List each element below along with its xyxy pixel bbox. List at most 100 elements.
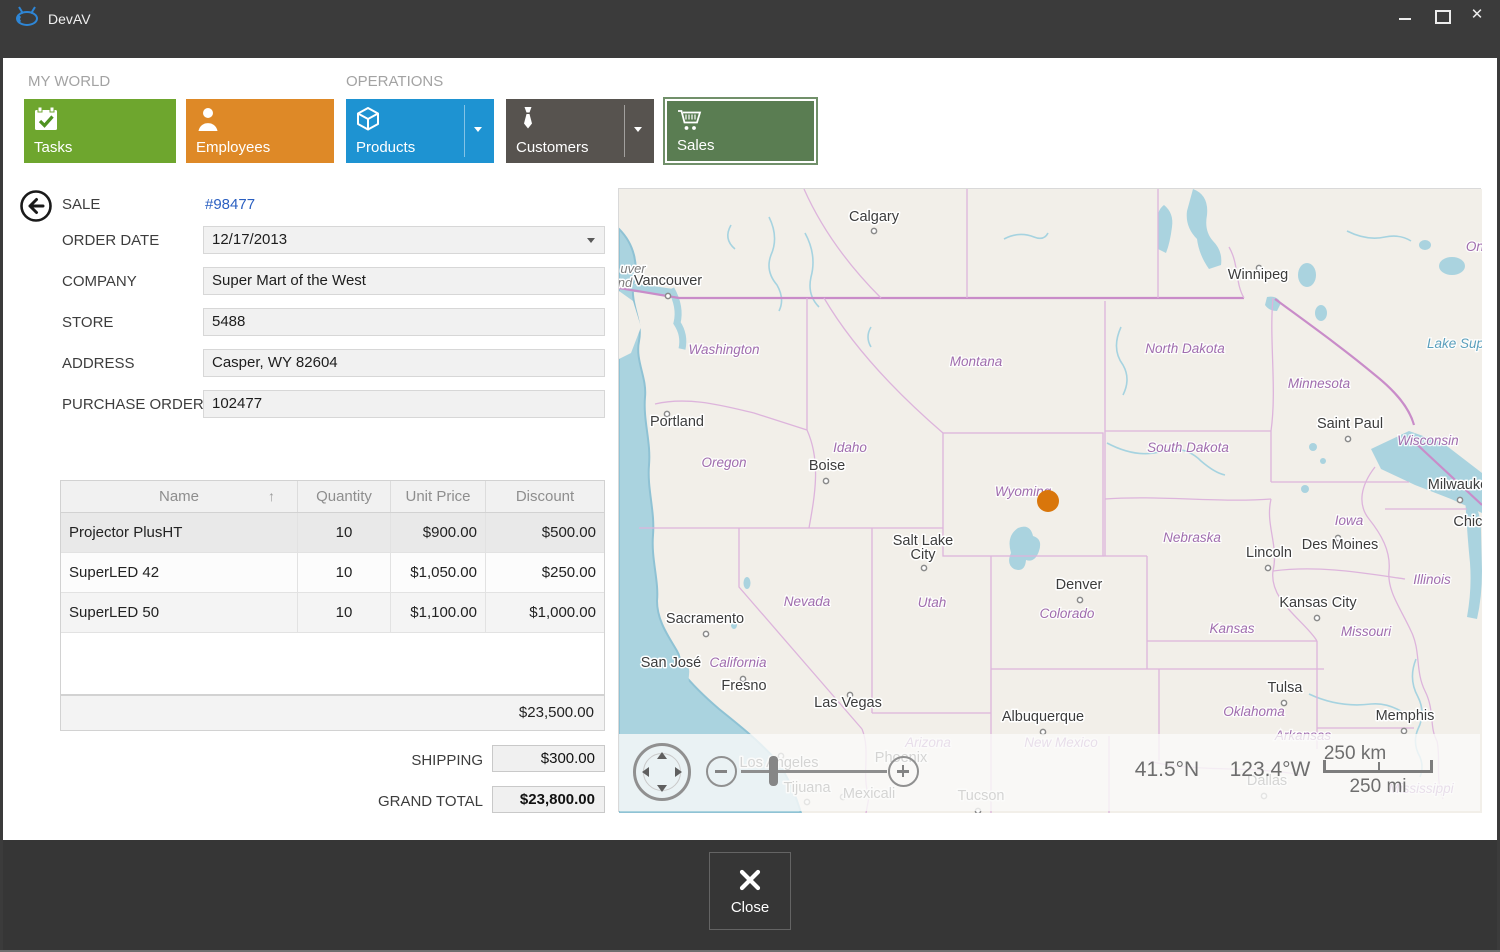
- tasks-button[interactable]: Tasks: [24, 99, 176, 163]
- map-state-label: Oregon: [701, 455, 746, 470]
- minimize-icon[interactable]: [1398, 8, 1412, 22]
- map-state-label: Montana: [950, 354, 1003, 369]
- map-state-label: Lake Superior: [1427, 336, 1482, 351]
- back-button[interactable]: [19, 189, 53, 223]
- company-field[interactable]: Super Mart of the West: [203, 267, 605, 295]
- column-header-unit-price[interactable]: Unit Price: [391, 481, 486, 512]
- map-city-dot: [703, 631, 708, 636]
- map-state-label: California: [709, 655, 767, 670]
- map-canvas[interactable]: WashingtonOregonIdahoMontanaWyomingNorth…: [619, 189, 1482, 813]
- person-icon: [195, 106, 221, 136]
- sale-location-marker[interactable]: [1037, 490, 1059, 512]
- products-button[interactable]: Products: [346, 99, 494, 163]
- zoom-in-button[interactable]: [888, 756, 919, 787]
- devav-logo-icon: [14, 6, 40, 31]
- map-state-label: Ontario: [1466, 239, 1482, 254]
- customers-button[interactable]: Customers: [506, 99, 654, 163]
- map-city-label: Lincoln: [1246, 545, 1292, 561]
- order-date-field[interactable]: 12/17/2013: [203, 226, 605, 254]
- map-state-label: Idaho: [833, 440, 867, 455]
- close-button-label: Close: [731, 899, 769, 916]
- items-table-header: Name ↑ Quantity Unit Price Discount: [60, 480, 605, 513]
- sale-section-label: SALE: [62, 196, 100, 213]
- customers-dropdown-arrow[interactable]: [624, 99, 654, 163]
- zoom-slider-track[interactable]: [741, 770, 887, 773]
- bottom-action-bar: Close: [0, 840, 1500, 952]
- pan-up-icon[interactable]: [657, 752, 667, 759]
- map-city-label: Tulsa: [1268, 680, 1304, 696]
- maximize-icon[interactable]: [1434, 8, 1448, 22]
- sales-button-selected[interactable]: Sales: [663, 97, 818, 165]
- tie-icon: [515, 106, 541, 136]
- map-city-dot: [1265, 565, 1270, 570]
- map-state-label: Missouri: [1341, 624, 1392, 639]
- sales-button-label: Sales: [677, 137, 715, 154]
- close-button[interactable]: Close: [709, 852, 791, 930]
- map-control-bar: 41.5°N 123.4°W 250 km 250 mi: [619, 734, 1480, 811]
- map-state-label: South Dakota: [1147, 440, 1229, 455]
- store-label: STORE: [62, 314, 113, 331]
- map-state-label: Iowa: [1335, 513, 1364, 528]
- map-state-label: Kansas: [1209, 621, 1254, 636]
- address-field[interactable]: Casper, WY 82604: [203, 349, 605, 377]
- shipping-field[interactable]: $300.00: [492, 745, 605, 772]
- ribbon: MY WORLD OPERATIONS Tasks Employees: [0, 58, 1500, 170]
- map-state-label: Nebraska: [1163, 530, 1221, 545]
- map-city-label: nd: [619, 275, 633, 290]
- order-date-label: ORDER DATE: [62, 232, 159, 249]
- table-row[interactable]: Projector PlusHT 10 $900.00 $500.00: [61, 513, 604, 553]
- grand-total-field: $23,800.00: [492, 786, 605, 813]
- map-panel[interactable]: WashingtonOregonIdahoMontanaWyomingNorth…: [618, 188, 1481, 812]
- map-city-dot: [1281, 700, 1286, 705]
- map-city-label: Fresno: [721, 678, 766, 694]
- titlebar: DevAV ✕: [0, 0, 1500, 58]
- company-label: COMPANY: [62, 273, 137, 290]
- store-field[interactable]: 5488: [203, 308, 605, 336]
- pan-right-icon[interactable]: [675, 767, 682, 777]
- close-window-icon[interactable]: ✕: [1470, 8, 1484, 22]
- map-city-dot: [665, 293, 670, 298]
- purchase-order-label: PURCHASE ORDER: [62, 396, 204, 413]
- zoom-out-button[interactable]: [706, 756, 737, 787]
- map-city-label: Saint Paul: [1317, 416, 1383, 432]
- column-header-name[interactable]: Name ↑: [61, 481, 298, 512]
- shopping-cart-icon: [676, 108, 706, 138]
- date-dropdown-icon[interactable]: [587, 238, 595, 247]
- map-scale-mi: 250 mi: [1323, 776, 1433, 798]
- column-header-quantity[interactable]: Quantity: [298, 481, 391, 512]
- map-city-label: Des Moines: [1302, 537, 1379, 553]
- map-longitude: 123.4°W: [1222, 758, 1318, 782]
- map-city-dot: [1345, 436, 1350, 441]
- map-latitude: 41.5°N: [1119, 758, 1215, 782]
- employees-button[interactable]: Employees: [186, 99, 334, 163]
- map-city-label: Sacramento: [666, 611, 744, 627]
- column-header-discount[interactable]: Discount: [486, 481, 604, 512]
- x-icon: [737, 867, 763, 893]
- map-city-label: Kansas City: [1279, 595, 1357, 611]
- map-city-label: Winnipeg: [1228, 267, 1288, 283]
- ribbon-group-operations: OPERATIONS: [346, 73, 443, 90]
- ribbon-group-my-world: MY WORLD: [28, 73, 110, 90]
- map-pan-control[interactable]: [633, 743, 691, 801]
- map-city-label: Milwaukee: [1428, 477, 1482, 493]
- pan-left-icon[interactable]: [642, 767, 649, 777]
- map-city-dot: [871, 228, 876, 233]
- products-button-label: Products: [356, 139, 415, 156]
- content-area: SALE #98477 ORDER DATE 12/17/2013 COMPAN…: [0, 170, 1500, 840]
- calendar-check-icon: [33, 106, 59, 136]
- table-row[interactable]: SuperLED 50 10 $1,100.00 $1,000.00: [61, 593, 604, 633]
- table-row[interactable]: SuperLED 42 10 $1,050.00 $250.00: [61, 553, 604, 593]
- map-city-label: Calgary: [849, 209, 900, 225]
- map-city-label: Denver: [1056, 577, 1103, 593]
- app-title: DevAV: [48, 11, 91, 27]
- map-city-label: Albuquerque: [1002, 709, 1084, 725]
- map-state-label: Wisconsin: [1397, 433, 1458, 448]
- map-city-dot: [1457, 497, 1462, 502]
- map-state-label: Washington: [688, 342, 759, 357]
- products-dropdown-arrow[interactable]: [464, 99, 494, 163]
- map-state-label: Illinois: [1413, 572, 1451, 587]
- purchase-order-field[interactable]: 102477: [203, 390, 605, 418]
- zoom-slider-handle[interactable]: [769, 756, 778, 786]
- pan-down-icon[interactable]: [657, 785, 667, 792]
- shipping-label: SHIPPING: [0, 752, 483, 769]
